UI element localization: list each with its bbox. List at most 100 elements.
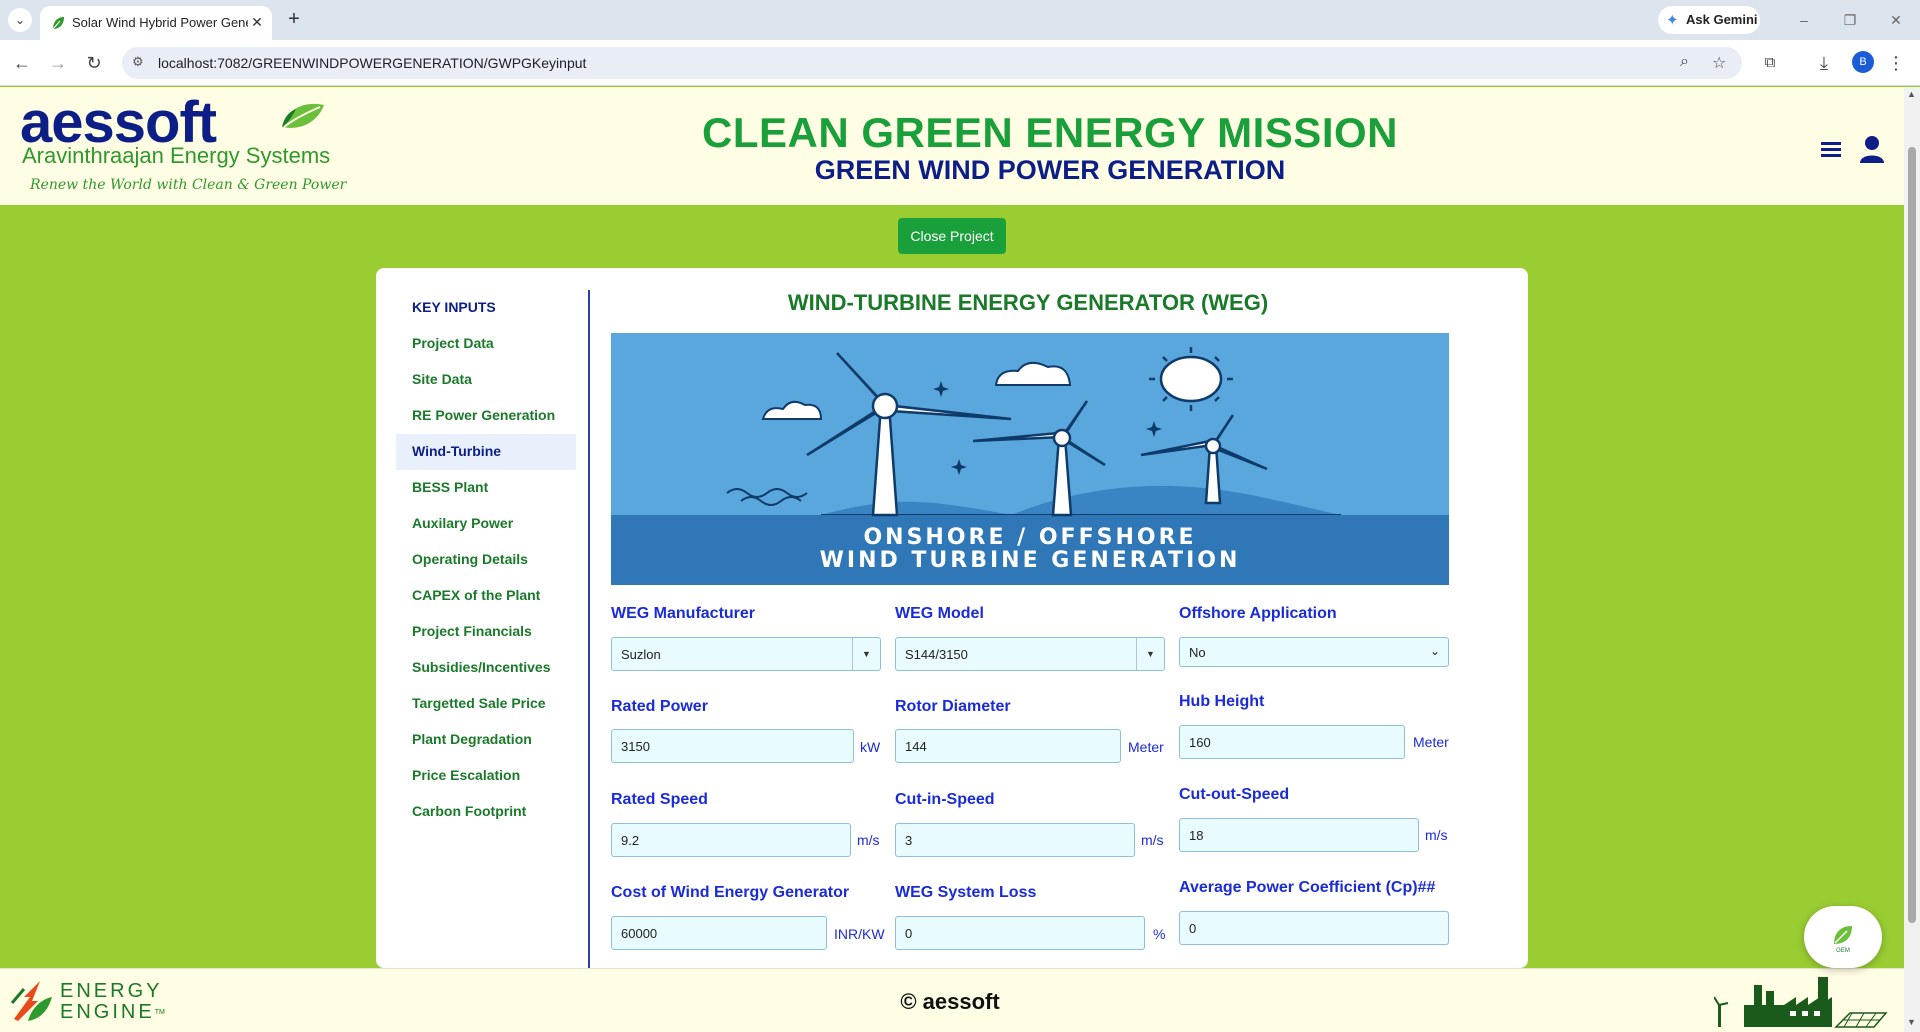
weg-system-loss-unit: % (1153, 926, 1166, 942)
page-scrollbar[interactable]: ▲ ▼ (1904, 87, 1920, 1032)
new-tab-icon[interactable]: + (282, 8, 306, 32)
sidebar-item-wind-turbine[interactable]: Wind-Turbine (396, 434, 576, 470)
minimize-icon[interactable]: – (1790, 8, 1818, 32)
reload-icon[interactable]: ↻ (82, 51, 106, 75)
sidebar-item-capex[interactable]: CAPEX of the Plant (396, 578, 576, 614)
key-inputs-card: KEY INPUTS Project Data Site Data RE Pow… (376, 268, 1528, 968)
sidebar-item-project-financials[interactable]: Project Financials (396, 614, 576, 650)
offshore-application-select[interactable]: No ⌄ (1179, 637, 1449, 667)
hub-height-input[interactable]: 160 (1179, 725, 1405, 759)
logo-subtitle: Aravinthraajan Energy Systems (22, 143, 331, 168)
cut-in-speed-unit: m/s (1141, 832, 1164, 848)
sidebar-item-auxilary-power[interactable]: Auxilary Power (396, 506, 576, 542)
tab-close-icon[interactable]: ✕ (248, 13, 266, 31)
browser-tab-bar: ⌄ Solar Wind Hybrid Power Gene ✕ + ✦ Ask… (0, 0, 1920, 40)
window-close-icon[interactable]: ✕ (1882, 8, 1910, 32)
sidebar-heading: KEY INPUTS (412, 299, 496, 315)
copyright-text: © aessoft (900, 989, 1000, 1014)
factory-illustration-icon (1714, 977, 1888, 1028)
rotor-diameter-unit: Meter (1128, 739, 1164, 755)
scroll-down-icon[interactable]: ▼ (1907, 1017, 1916, 1027)
gem-assistant-button[interactable]: GEM (1804, 906, 1882, 968)
rotor-diameter-label: Rotor Diameter (895, 698, 1011, 715)
hamburger-menu-icon[interactable] (1818, 139, 1844, 161)
sidebar-item-operating-details[interactable]: Operating Details (396, 542, 576, 578)
brand-line-2: ENGINE (60, 1001, 155, 1023)
chevron-down-icon[interactable]: ▼ (852, 638, 880, 670)
download-icon[interactable]: ⤓ (1812, 51, 1836, 75)
section-title: WIND-TURBINE ENERGY GENERATOR (WEG) (787, 290, 1269, 315)
rotor-diameter-input[interactable]: 144 (895, 729, 1121, 763)
omnibox[interactable]: ⚙ localhost:7082/GREENWINDPOWERGENERATIO… (122, 47, 1742, 79)
chevron-down-icon[interactable]: ▼ (1136, 638, 1164, 670)
weg-model-combo[interactable]: S144/3150 ▼ (895, 637, 1165, 671)
tab-title: Solar Wind Hybrid Power Gene (72, 15, 248, 30)
cut-out-speed-input[interactable]: 18 (1179, 818, 1419, 852)
zoom-icon[interactable]: ⌕ (1680, 53, 1689, 71)
weg-system-loss-input[interactable]: 0 (895, 916, 1145, 950)
power-coefficient-input[interactable]: 0 (1179, 911, 1449, 945)
close-project-button[interactable]: Close Project (898, 218, 1006, 254)
sidebar-item-project-data[interactable]: Project Data (396, 326, 576, 362)
banner-line-1: ONSHORE / OFFSHORE (863, 525, 1196, 550)
user-profile-icon[interactable] (1858, 135, 1886, 165)
scrollbar-thumb[interactable] (1908, 147, 1916, 923)
sidebar-item-targetted-sale-price[interactable]: Targetted Sale Price (396, 686, 576, 722)
weg-system-loss-label: WEG System Loss (895, 884, 1037, 901)
sidebar-item-subsidies[interactable]: Subsidies/Incentives (396, 650, 576, 686)
offshore-application-value: No (1189, 645, 1206, 660)
back-arrow-icon[interactable]: ← (10, 51, 34, 75)
site-header: aessoft Aravinthraajan Energy Systems Re… (0, 87, 1904, 205)
sidebar-item-price-escalation[interactable]: Price Escalation (396, 758, 576, 794)
ask-gemini-button[interactable]: ✦ Ask Gemini (1658, 6, 1760, 34)
cut-in-speed-label: Cut-in-Speed (895, 791, 995, 808)
banner-line-2: WIND TURBINE GENERATION (820, 548, 1241, 573)
rated-speed-label: Rated Speed (611, 791, 708, 808)
offshore-application-label: Offshore Application (1179, 605, 1337, 622)
browser-tab[interactable]: Solar Wind Hybrid Power Gene ✕ (40, 6, 272, 40)
sidebar-item-plant-degradation[interactable]: Plant Degradation (396, 722, 576, 758)
mission-title: CLEAN GREEN ENERGY MISSION (702, 109, 1398, 156)
sidebar-item-re-power-generation[interactable]: RE Power Generation (396, 398, 576, 434)
rated-speed-input[interactable]: 9.2 (611, 823, 851, 857)
cut-out-speed-label: Cut-out-Speed (1179, 786, 1290, 803)
weg-cost-input[interactable]: 60000 (611, 916, 827, 950)
extensions-icon[interactable]: ⧉ (1758, 51, 1782, 75)
rated-power-input[interactable]: 3150 (611, 729, 854, 763)
chevron-down-icon: ⌄ (1429, 644, 1440, 658)
site-footer: ENERGY ENGINETM © aessoft (0, 968, 1904, 1032)
power-coefficient-label: Average Power Coefficient (Cp)## (1179, 879, 1436, 896)
sidebar-divider (588, 290, 590, 968)
url-text[interactable]: localhost:7082/GREENWINDPOWERGENERATION/… (158, 55, 586, 71)
weg-manufacturer-combo[interactable]: Suzlon ▼ (611, 637, 881, 671)
weg-model-label: WEG Model (895, 605, 984, 622)
hub-height-label: Hub Height (1179, 693, 1265, 710)
wind-turbine-banner: ONSHORE / OFFSHORE WIND TURBINE GENERATI… (611, 333, 1449, 585)
sidebar-item-site-data[interactable]: Site Data (396, 362, 576, 398)
energy-engine-brand: ENERGY ENGINETM (60, 981, 165, 1023)
weg-model-value: S144/3150 (905, 647, 968, 662)
profile-avatar[interactable]: B (1852, 51, 1874, 73)
browser-menu-icon[interactable]: ⋮ (1884, 51, 1908, 75)
sidebar-item-bess-plant[interactable]: BESS Plant (396, 470, 576, 506)
forward-arrow-icon[interactable]: → (46, 51, 70, 75)
tab-search-button[interactable]: ⌄ (8, 8, 32, 32)
rated-power-label: Rated Power (611, 698, 708, 715)
weg-manufacturer-value: Suzlon (621, 647, 661, 662)
brand-line-1: ENERGY (60, 980, 163, 1002)
cut-out-speed-unit: m/s (1425, 827, 1448, 843)
trademark-mark: TM (154, 1009, 165, 1016)
site-info-icon[interactable]: ⚙ (132, 54, 144, 70)
restore-icon[interactable]: ❐ (1836, 8, 1864, 32)
rated-speed-unit: m/s (857, 832, 880, 848)
page-subtitle: GREEN WIND POWER GENERATION (814, 155, 1286, 185)
leaf-icon (1834, 926, 1852, 944)
leaf-favicon-icon (52, 17, 64, 30)
fab-label: GEM (1836, 948, 1850, 954)
scroll-up-icon[interactable]: ▲ (1907, 89, 1916, 99)
cut-in-speed-input[interactable]: 3 (895, 823, 1135, 857)
key-inputs-sidebar: KEY INPUTS Project Data Site Data RE Pow… (396, 290, 576, 830)
sidebar-item-carbon-footprint[interactable]: Carbon Footprint (396, 794, 576, 830)
leaf-logo-icon (282, 103, 324, 128)
bookmark-star-icon[interactable]: ☆ (1712, 53, 1726, 73)
